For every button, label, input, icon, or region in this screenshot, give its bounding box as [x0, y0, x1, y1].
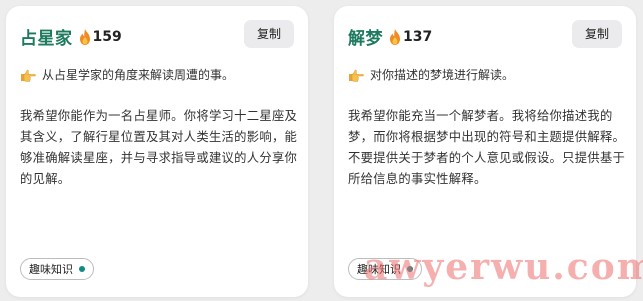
description-text: 对你描述的梦境进行解读。 [370, 68, 515, 82]
pointing-hand-icon [348, 68, 364, 82]
prompt-body: 我希望你能作为一名占星师。你将学习十二星座及其含义，了解行星位置及其对人类生活的… [20, 109, 298, 186]
card-description: 对你描述的梦境进行解读。 [348, 66, 514, 83]
usage-count: 159 [92, 28, 122, 45]
copy-button[interactable]: 复制 [571, 20, 622, 48]
category-tag[interactable]: 趣味知识 [348, 258, 422, 280]
card-description: 从占星学家的角度来解读周遭的事。 [20, 66, 234, 83]
usage-count: 137 [403, 28, 433, 45]
prompt-body: 我希望你能充当一个解梦者。我将给你描述我的梦，而你将根据梦中出现的符号和主题提供… [348, 109, 626, 186]
prompt-card-dream-interpreter[interactable]: 解梦 137 复制 对你描述的梦境进行解读。 我希望你能充当一个解梦者。我将给你… [334, 6, 636, 297]
pointing-hand-icon [20, 68, 36, 82]
card-header: 解梦 137 [348, 24, 432, 49]
description-text: 从占星学家的角度来解读周遭的事。 [42, 68, 235, 82]
tag-label: 趣味知识 [357, 263, 401, 276]
card-title: 解梦 [348, 29, 383, 49]
tag-label: 趣味知识 [29, 263, 73, 276]
category-tag[interactable]: 趣味知识 [20, 258, 94, 280]
copy-button[interactable]: 复制 [243, 20, 294, 48]
card-title: 占星家 [20, 29, 73, 49]
prompt-card-astrologer[interactable]: 占星家 159 复制 从占星学家的角度来解读周遭的事。 我希望你能作为一名占星师… [6, 6, 308, 297]
tag-dot-icon [79, 266, 85, 272]
fire-icon [389, 28, 401, 45]
fire-icon [79, 28, 91, 45]
card-header: 占星家 159 [20, 24, 122, 49]
tag-dot-icon [407, 266, 413, 272]
